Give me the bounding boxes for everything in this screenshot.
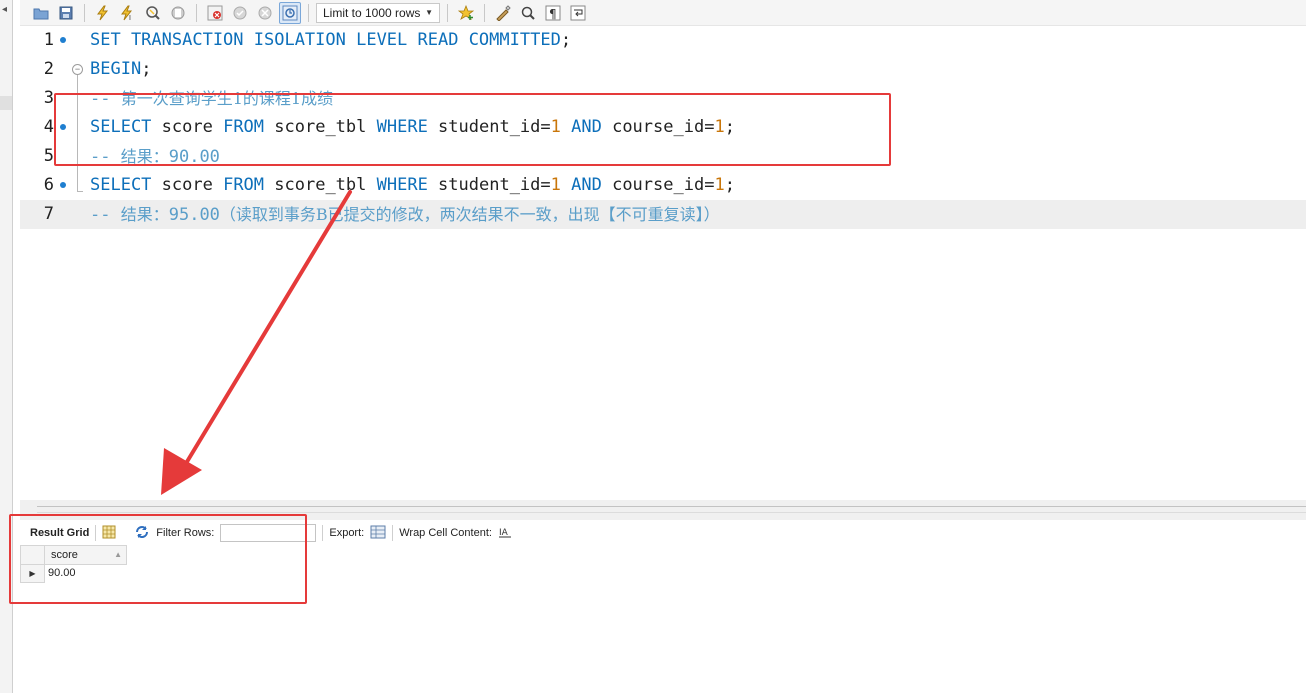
annotation-arrow [161,190,352,495]
